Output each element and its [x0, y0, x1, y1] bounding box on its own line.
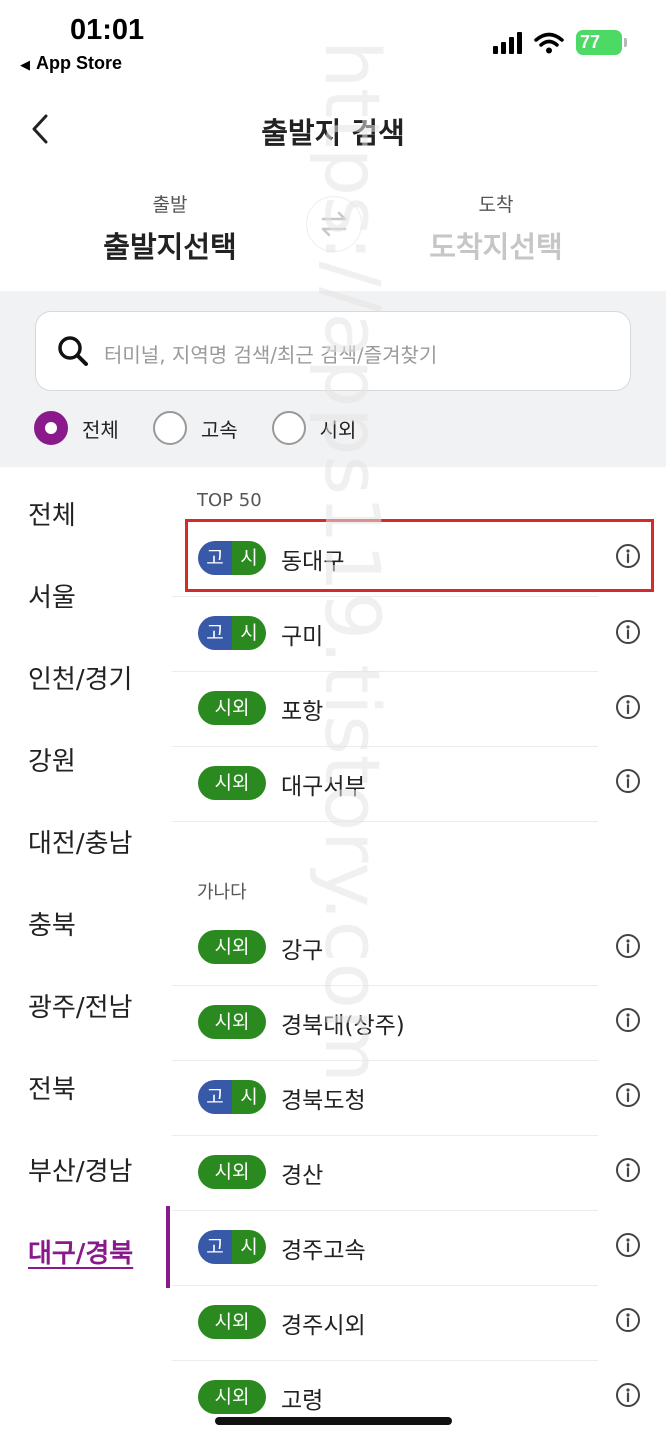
- info-icon[interactable]: [615, 933, 641, 959]
- active-region-indicator: [166, 1206, 170, 1288]
- intercity-badge: 시외: [198, 1155, 266, 1189]
- filter-label: 전체: [82, 417, 119, 442]
- terminal-name: 강구: [281, 938, 324, 964]
- terminal-name: 대구서부: [281, 774, 366, 800]
- wifi-icon: [534, 32, 564, 53]
- terminal-name: 구미: [281, 624, 324, 650]
- intercity-badge: 시외: [198, 1005, 266, 1039]
- region-item-gangwon[interactable]: 강원: [28, 741, 76, 778]
- filter-all[interactable]: 전체: [34, 411, 119, 445]
- section-title-top50: TOP 50: [197, 490, 262, 511]
- terminal-row[interactable]: 시외 경주시외: [172, 1286, 598, 1361]
- terminal-name: 포항: [281, 699, 324, 725]
- swap-arrows-icon: [321, 211, 347, 237]
- filter-intercity[interactable]: 시외: [271, 411, 357, 445]
- arrival-select[interactable]: 도착지선택: [366, 224, 626, 266]
- cellular-signal-icon: [493, 31, 522, 54]
- info-icon[interactable]: [615, 1232, 641, 1258]
- terminal-row[interactable]: 시외 포항: [172, 672, 598, 747]
- terminal-name: 경주시외: [281, 1313, 366, 1339]
- highlight-box: [185, 519, 654, 592]
- info-icon[interactable]: [615, 1007, 641, 1033]
- region-item-all[interactable]: 전체: [28, 495, 76, 532]
- back-triangle-icon: ◀: [20, 57, 30, 72]
- page-title: 출발지 검색: [261, 116, 405, 150]
- terminal-row[interactable]: 시외 강구: [172, 911, 598, 986]
- search-input[interactable]: 터미널, 지역명 검색/최근 검색/즐겨찾기: [35, 311, 631, 391]
- terminal-row[interactable]: 시외 대구서부: [172, 747, 598, 822]
- terminal-row[interactable]: 고시 경북도청: [172, 1061, 598, 1136]
- express-intercity-badge: 고시: [198, 1230, 266, 1264]
- region-item-daegu-gyeongbuk[interactable]: 대구/경북: [28, 1233, 133, 1270]
- intercity-badge: 시외: [198, 766, 266, 800]
- search-placeholder: 터미널, 지역명 검색/최근 검색/즐겨찾기: [104, 343, 438, 367]
- filter-label: 시외: [319, 417, 357, 442]
- arrival-label: 도착: [478, 194, 514, 216]
- terminal-row[interactable]: 시외 경산: [172, 1136, 598, 1211]
- intercity-badge: 시외: [198, 1305, 266, 1339]
- express-intercity-badge: 고시: [198, 616, 266, 650]
- region-item-daejeon-chungnam[interactable]: 대전/충남: [28, 823, 132, 860]
- region-item-jeonbuk[interactable]: 전북: [28, 1069, 76, 1106]
- section-title-ganada: 가나다: [197, 882, 247, 903]
- home-indicator: [215, 1417, 452, 1425]
- terminal-row[interactable]: 고시 경주고속: [172, 1211, 598, 1286]
- terminal-row[interactable]: 고시 구미: [172, 597, 598, 672]
- status-icons: 77: [493, 30, 627, 55]
- terminal-name: 경주고속: [281, 1238, 366, 1264]
- swap-button[interactable]: [306, 196, 362, 252]
- info-icon[interactable]: [615, 1382, 641, 1408]
- radio-unselected-icon[interactable]: [271, 411, 306, 445]
- region-item-gwangju-jeonnam[interactable]: 광주/전남: [28, 987, 132, 1024]
- region-item-seoul[interactable]: 서울: [28, 577, 76, 614]
- battery-level: 77: [580, 32, 601, 52]
- departure-select[interactable]: 출발지선택: [40, 224, 300, 266]
- region-item-busan-gyeongnam[interactable]: 부산/경남: [28, 1151, 132, 1188]
- terminal-name: 경산: [281, 1163, 324, 1189]
- departure-label: 출발: [152, 194, 188, 216]
- status-time: 01:01: [70, 14, 145, 46]
- info-icon[interactable]: [615, 1082, 641, 1108]
- battery-icon: 77: [576, 30, 627, 55]
- info-icon[interactable]: [615, 768, 641, 794]
- region-item-incheon-gyeonggi[interactable]: 인천/경기: [28, 659, 132, 696]
- region-item-chungbuk[interactable]: 충북: [28, 905, 76, 942]
- info-icon[interactable]: [615, 1307, 641, 1333]
- back-app-label: App Store: [36, 53, 123, 73]
- back-to-app-store[interactable]: ◀ App Store: [20, 53, 122, 74]
- intercity-badge: 시외: [198, 691, 266, 725]
- intercity-badge: 시외: [198, 1380, 266, 1414]
- radio-selected-icon[interactable]: [34, 411, 68, 445]
- search-area: 터미널, 지역명 검색/최근 검색/즐겨찾기 전체 고속 시외: [0, 291, 666, 467]
- terminal-name: 고령: [281, 1388, 324, 1414]
- info-icon[interactable]: [615, 1157, 641, 1183]
- search-icon: [58, 336, 88, 366]
- region-list: [0, 467, 168, 1440]
- terminal-name: 경북도청: [281, 1088, 366, 1114]
- filter-label: 고속: [200, 417, 238, 442]
- terminal-row[interactable]: 시외 경북대(상주): [172, 986, 598, 1061]
- info-icon[interactable]: [615, 619, 641, 645]
- intercity-badge: 시외: [198, 930, 266, 964]
- filter-radio-group: 전체 고속 시외: [34, 411, 390, 445]
- filter-express[interactable]: 고속: [152, 411, 238, 445]
- terminal-name: 경북대(상주): [281, 1013, 405, 1039]
- express-intercity-badge: 고시: [198, 1080, 266, 1114]
- info-icon[interactable]: [615, 694, 641, 720]
- radio-unselected-icon[interactable]: [152, 411, 187, 445]
